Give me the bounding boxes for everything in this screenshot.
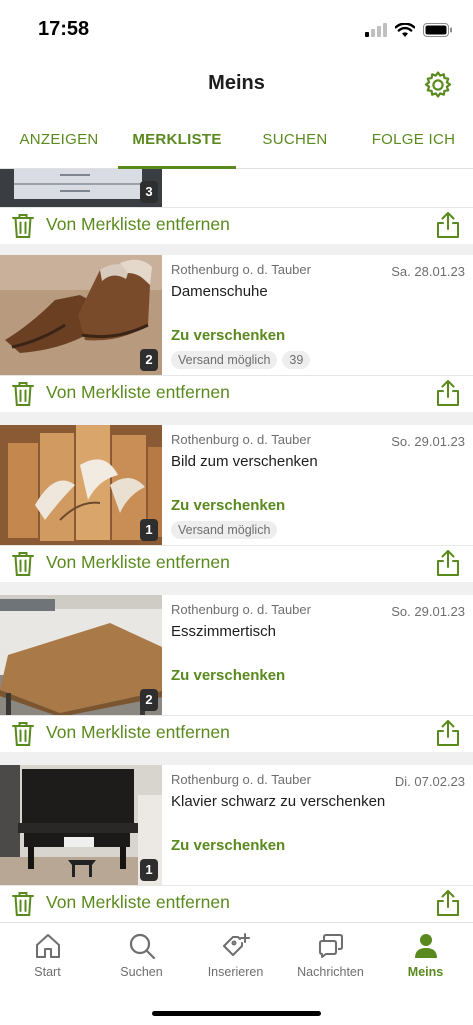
tab-merkliste[interactable]: MERKLISTE: [118, 118, 236, 168]
nav-suchen[interactable]: Suchen: [94, 931, 189, 979]
shipping-tag: Versand möglich: [171, 351, 278, 369]
remove-from-watchlist-button[interactable]: Von Merkliste entfernen: [46, 722, 230, 743]
trash-icon[interactable]: [12, 551, 34, 577]
share-icon[interactable]: [435, 379, 461, 407]
image-count-badge: 1: [140, 859, 158, 881]
trash-icon[interactable]: [12, 891, 34, 917]
tab-folge-ich[interactable]: FOLGE ICH: [354, 118, 473, 168]
listing-title: Damenschuhe: [171, 283, 268, 300]
nav-label: Suchen: [120, 965, 163, 979]
shipping-tag: Versand möglich: [171, 521, 278, 539]
listing-date: Sa. 28.01.23: [391, 264, 465, 279]
nav-label: Start: [34, 965, 61, 979]
nav-nachrichten[interactable]: Nachrichten: [283, 931, 378, 979]
gear-icon: [424, 71, 452, 98]
image-count-badge: 2: [140, 689, 158, 711]
listing-location: Rothenburg o. d. Tauber: [171, 602, 311, 617]
app-header: Meins: [0, 58, 473, 110]
card-action-row: Von Merkliste entfernen: [0, 207, 473, 244]
status-time: 17:58: [38, 18, 90, 40]
listing-title: Bild zum verschenken: [171, 453, 318, 470]
image-count-badge: 1: [140, 519, 158, 541]
battery-icon: [423, 23, 452, 37]
home-indicator: [152, 1011, 321, 1016]
listing-price: Zu verschenken: [171, 837, 286, 854]
brown-boots-photo: 2: [0, 255, 162, 375]
listing-date: So. 29.01.23: [391, 434, 465, 449]
shoe-size-tag: 39: [282, 351, 311, 369]
trash-icon[interactable]: [12, 213, 34, 239]
listing-card[interactable]: 2 Rothenburg o. d. Tauber Sa. 28.01.23 D…: [0, 255, 473, 375]
card-action-row: Von Merkliste entfernen: [0, 545, 473, 582]
listing-location: Rothenburg o. d. Tauber: [171, 262, 311, 277]
nav-inserieren[interactable]: Inserieren: [188, 931, 283, 979]
listing-date: So. 29.01.23: [391, 604, 465, 619]
listing-price: Zu verschenken: [171, 667, 286, 684]
listing-title: Esszimmertisch: [171, 623, 277, 640]
listing-card[interactable]: 1 Rothenburg o. d. Tauber So. 29.01.23 B…: [0, 425, 473, 545]
image-count-badge: 3: [140, 181, 158, 203]
remove-from-watchlist-button[interactable]: Von Merkliste entfernen: [46, 382, 230, 403]
remove-from-watchlist-button[interactable]: Von Merkliste entfernen: [46, 214, 230, 235]
share-icon[interactable]: [435, 549, 461, 577]
card-action-row: Von Merkliste entfernen: [0, 375, 473, 412]
card-action-row: Von Merkliste entfernen: [0, 885, 473, 922]
share-icon[interactable]: [435, 719, 461, 747]
search-icon: [129, 933, 155, 960]
status-icons: [365, 18, 453, 42]
card-action-row: Von Merkliste entfernen: [0, 715, 473, 752]
listing-price: Zu verschenken: [171, 497, 286, 514]
listing-title: Klavier schwarz zu verschenken: [171, 793, 386, 810]
tab-anzeigen[interactable]: ANZEIGEN: [0, 118, 118, 168]
settings-button[interactable]: [423, 70, 453, 100]
tag-plus-icon: [222, 933, 250, 956]
black-piano-photo: 1: [0, 765, 162, 885]
trash-icon[interactable]: [12, 721, 34, 747]
bottom-navigation: Start Suchen Inserieren Nachrichten Mein…: [0, 922, 473, 1025]
page-title: Meins: [208, 72, 265, 94]
listing-card[interactable]: 2 Rothenburg o. d. Tauber So. 29.01.23 E…: [0, 595, 473, 715]
image-count-badge: 2: [140, 349, 158, 371]
listing-card-partial[interactable]: 3: [0, 169, 473, 207]
remove-from-watchlist-button[interactable]: Von Merkliste entfernen: [46, 892, 230, 913]
nav-meins[interactable]: Meins: [378, 931, 473, 979]
tab-bar: ANZEIGEN MERKLISTE SUCHEN FOLGE ICH: [0, 118, 473, 169]
wifi-icon: [395, 22, 415, 37]
listing-price: Zu verschenken: [171, 327, 286, 344]
listing-tags: Versand möglich 39: [171, 351, 311, 369]
tab-suchen[interactable]: SUCHEN: [236, 118, 354, 168]
share-icon[interactable]: [435, 889, 461, 917]
home-icon: [35, 934, 60, 958]
user-icon: [414, 934, 437, 958]
listing-location: Rothenburg o. d. Tauber: [171, 432, 311, 447]
watchlist-content[interactable]: 3 Von Merkliste entfernen 2 Rothenburg o…: [0, 169, 473, 922]
nav-label: Inserieren: [207, 965, 264, 979]
listing-tags: Versand möglich: [171, 521, 278, 539]
nav-label: Meins: [407, 965, 444, 979]
status-bar: 17:58: [0, 0, 473, 58]
cellular-signal-icon: [365, 23, 387, 37]
listing-location: Rothenburg o. d. Tauber: [171, 772, 311, 787]
remove-from-watchlist-button[interactable]: Von Merkliste entfernen: [46, 552, 230, 573]
listing-card[interactable]: 1 Rothenburg o. d. Tauber Di. 07.02.23 K…: [0, 765, 473, 885]
calla-lily-canvas-photo: 1: [0, 425, 162, 545]
listing-image: 3: [0, 169, 162, 207]
share-icon[interactable]: [435, 211, 461, 239]
wooden-table-photo: 2: [0, 595, 162, 715]
chat-icon: [318, 934, 343, 958]
nav-start[interactable]: Start: [0, 931, 95, 979]
trash-icon[interactable]: [12, 381, 34, 407]
listing-date: Di. 07.02.23: [394, 774, 465, 789]
nav-label: Nachrichten: [297, 965, 364, 979]
